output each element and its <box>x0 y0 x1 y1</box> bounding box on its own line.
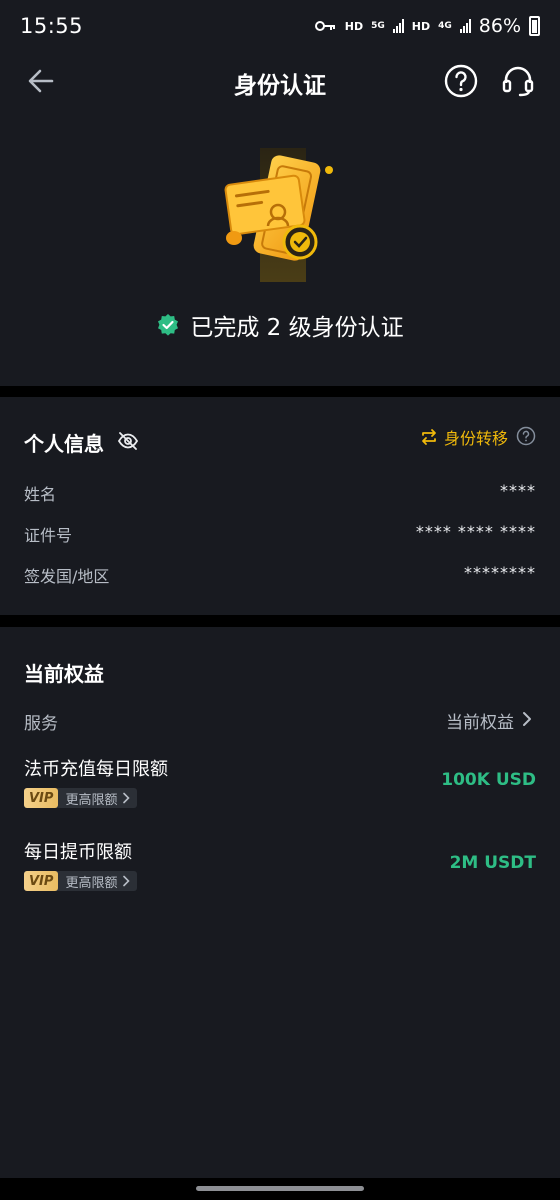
verification-status: 已完成 2 级身份认证 <box>0 308 560 342</box>
verification-status-text: 已完成 2 级身份认证 <box>190 315 404 341</box>
vip-badge: VIP <box>24 871 59 891</box>
battery-icon <box>529 16 540 36</box>
name-value: **** <box>500 481 536 500</box>
eye-hidden-icon[interactable] <box>117 430 139 452</box>
network-label-2: 4G <box>438 21 452 31</box>
info-question-icon[interactable] <box>516 426 536 446</box>
status-bar: 15:55 HD 5G HD 4G 86% <box>0 0 560 52</box>
status-time: 15:55 <box>20 14 84 38</box>
hd-label-2: HD <box>411 19 431 33</box>
signal-icon-1 <box>392 19 404 33</box>
battery-percent: 86% <box>478 15 521 37</box>
headset-support-icon[interactable] <box>500 63 536 99</box>
network-label-1: 5G <box>371 21 385 31</box>
vip-badge: VIP <box>24 788 59 808</box>
vip-higher-limit-text: 更高限额 <box>65 875 118 891</box>
fiat-deposit-limit-value: 100K USD <box>441 770 536 790</box>
verified-check-icon <box>158 314 179 336</box>
signal-icon-2 <box>459 19 471 33</box>
vip-higher-limit-button[interactable]: VIP 更高限额 <box>24 788 138 808</box>
hd-label-1: HD <box>344 19 364 33</box>
vip-higher-limit-text: 更高限额 <box>65 792 118 808</box>
id-number-value: **** **** **** <box>415 522 536 541</box>
personal-info-title: 个人信息 <box>24 432 104 456</box>
identity-verification-screen: 15:55 HD 5G HD 4G 86% 身份认证 已完成 2 级身份认证 个… <box>0 0 560 1200</box>
status-icons: HD 5G HD 4G 86% <box>314 15 540 37</box>
issuing-country-value: ******** <box>464 563 536 582</box>
vip-higher-limit-button[interactable]: VIP 更高限额 <box>24 871 138 891</box>
identity-transfer-link[interactable]: 身份转移 <box>420 425 508 449</box>
identity-transfer-label: 身份转移 <box>443 429 508 448</box>
issuing-country-label: 签发国/地区 <box>24 567 110 586</box>
app-header: 身份认证 <box>0 52 560 110</box>
personal-info-card: 个人信息 身份转移 姓名 **** 证件号 **** **** **** 签发国… <box>0 397 560 615</box>
current-benefits-title: 当前权益 <box>24 662 104 686</box>
service-current-benefits-link[interactable]: 当前权益 <box>446 708 514 733</box>
service-label: 服务 <box>24 714 58 734</box>
fiat-deposit-limit-label: 法币充值每日限额 <box>24 759 168 780</box>
chevron-right-icon <box>123 875 131 887</box>
home-indicator[interactable] <box>196 1186 364 1191</box>
key-icon <box>314 21 335 31</box>
verification-summary: 身份认证 已完成 2 级身份认证 <box>0 52 560 386</box>
chevron-right-icon[interactable] <box>520 711 534 727</box>
help-icon[interactable] <box>443 63 479 99</box>
chevron-right-icon <box>123 792 131 804</box>
id-number-label: 证件号 <box>24 526 73 545</box>
name-label: 姓名 <box>24 485 57 504</box>
withdrawal-limit-label: 每日提币限额 <box>24 842 132 863</box>
id-card-phone-illustration <box>224 148 333 282</box>
withdrawal-limit-value: 2M USDT <box>449 853 536 873</box>
swap-arrows-icon <box>422 429 436 445</box>
current-benefits-card: 当前权益 服务 当前权益 法币充值每日限额 100K USD VIP 更高限额 … <box>0 627 560 1178</box>
